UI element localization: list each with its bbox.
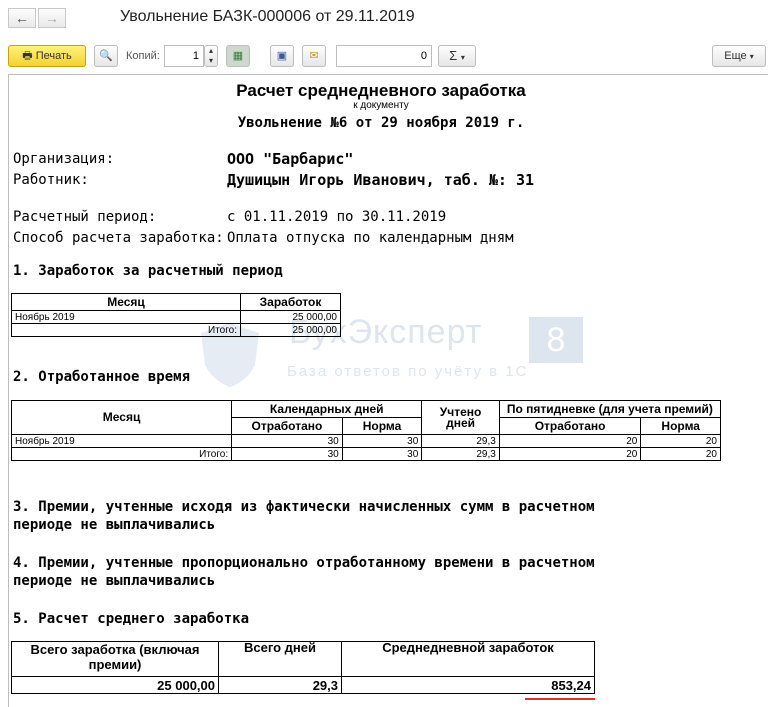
report-area: БухЭксперт 8 База ответов по учёту в 1С … <box>8 74 768 707</box>
toolbar: 🖶 Печать 🔍 Копий: 1 ▴ ▾ ▦ ▣ ✉ 0 Σ ▾ Еще ▾ <box>0 42 768 72</box>
copies-input[interactable]: 1 <box>164 45 204 67</box>
report-document: Увольнение №6 от 29 ноября 2019 г. <box>237 115 525 131</box>
forward-button[interactable]: → <box>38 8 66 28</box>
section-4-heading-cont: периоде не выплачивались <box>13 573 216 589</box>
preview-button[interactable]: 🔍 <box>94 45 118 67</box>
worker-label: Работник: <box>13 172 89 188</box>
floppy-icon: ▣ <box>276 50 288 62</box>
section-4-heading: 4. Премии, учтенные пропорционально отра… <box>13 555 595 571</box>
col-total-days: Всего дней <box>218 641 342 677</box>
watermark-tagline: База ответов по учёту в 1С <box>287 363 529 380</box>
period-label: Расчетный период: <box>13 209 157 225</box>
table-row: Ноябрь 2019 30 30 29,3 20 20 <box>10 434 721 448</box>
sum-mode-dropdown[interactable]: Σ ▾ <box>438 45 476 67</box>
col-five-day-week: По пятидневке (для учета премий) <box>498 400 722 418</box>
col-month: Месяц <box>10 400 233 435</box>
print-button[interactable]: 🖶 Печать <box>8 45 86 67</box>
section-5-heading: 5. Расчет среднего заработка <box>13 611 250 627</box>
section-3-heading: 3. Премии, учтенные исходя из фактически… <box>13 499 595 515</box>
report-subtitle: к документу <box>353 100 409 111</box>
col-earnings: Заработок <box>240 293 341 311</box>
envelope-icon: ✉ <box>309 50 319 62</box>
section-2-heading: 2. Отработанное время <box>13 369 191 385</box>
method-value: Оплата отпуска по календарным дням <box>227 230 514 246</box>
col-average-daily: Среднедневной заработок <box>341 641 595 677</box>
title-bar: ← → Увольнение БАЗК-000006 от 29.11.2019 <box>0 0 768 36</box>
table-row: Ноябрь 2019 25 000,00 <box>11 310 341 324</box>
grid-icon: ▦ <box>232 50 244 62</box>
email-button[interactable]: ✉ <box>302 45 326 67</box>
sum-field: 0 <box>336 45 432 67</box>
sigma-icon: Σ <box>449 48 458 63</box>
method-label: Способ расчета заработка: <box>13 230 224 246</box>
table-total-row: Итого: 25 000,00 <box>11 323 341 337</box>
arrow-right-icon: → <box>45 10 59 26</box>
col-month: Месяц <box>11 293 241 311</box>
average-daily-value: 853,24 <box>341 676 595 694</box>
copies-stepper[interactable]: ▴ ▾ <box>204 45 218 67</box>
arrow-left-icon: ← <box>15 10 29 26</box>
layout-toggle-button[interactable]: ▦ <box>226 45 250 67</box>
save-button[interactable]: ▣ <box>270 45 294 67</box>
section-1-heading: 1. Заработок за расчетный период <box>13 263 283 279</box>
chevron-down-icon: ▾ <box>749 52 754 61</box>
report-title: Расчет среднедневного заработка <box>236 81 526 100</box>
earnings-table: Месяц Заработок Ноябрь 2019 25 000,00 Итог… <box>11 293 341 337</box>
section-3-heading-cont: периоде не выплачивались <box>13 517 216 533</box>
worked-time-table: Месяц Календарных дней Учтено дней По пя… <box>10 400 722 461</box>
worker-value: Душицын Игорь Иванович, таб. №: 31 <box>227 171 535 189</box>
more-button[interactable]: Еще ▾ <box>712 45 766 67</box>
back-button[interactable]: ← <box>8 8 36 28</box>
org-value: ООО "Барбарис" <box>227 150 354 168</box>
chevron-down-icon: ▾ <box>460 53 465 62</box>
col-counted-days: Учтено дней <box>421 400 500 435</box>
period-value: с 01.11.2019 по 30.11.2019 <box>227 209 447 225</box>
org-label: Организация: <box>13 151 115 167</box>
highlight-underline <box>525 698 595 700</box>
magnifier-icon: 🔍 <box>99 50 113 62</box>
average-earnings-table: Всего заработка (включая премии) Всего д… <box>11 641 595 694</box>
table-row: 25 000,00 29,3 853,24 <box>11 676 595 694</box>
print-label: Печать <box>35 50 72 62</box>
col-calendar-days: Календарных дней <box>231 400 423 418</box>
col-total-earnings: Всего заработка (включая премии) <box>11 641 219 677</box>
table-total-row: Итого: 30 30 29,3 20 20 <box>10 447 721 461</box>
watermark-badge: 8 <box>529 317 583 363</box>
copies-label: Копий: <box>126 50 160 62</box>
printer-icon: 🖶 <box>22 50 33 62</box>
window-title: Увольнение БАЗК-000006 от 29.11.2019 <box>120 8 415 25</box>
